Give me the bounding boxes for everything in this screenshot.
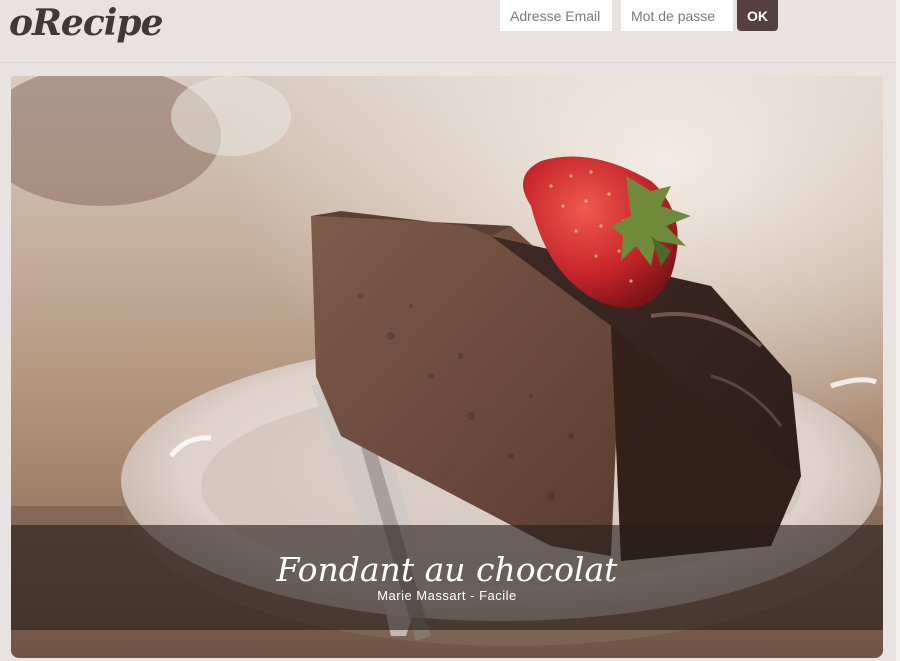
email-input[interactable] — [500, 0, 612, 31]
meta-separator: - — [466, 588, 480, 603]
featured-recipe-card[interactable]: Fondant au chocolat Marie Massart - Faci… — [11, 76, 883, 658]
login-submit-button[interactable]: OK — [737, 0, 778, 31]
page: oRecipe OK — [0, 0, 900, 661]
site-logo[interactable]: oRecipe — [9, 1, 164, 45]
window-edge — [896, 0, 900, 661]
recipe-difficulty: Facile — [479, 588, 517, 603]
recipe-meta: Marie Massart - Facile — [11, 588, 883, 604]
recipe-author: Marie Massart — [377, 588, 467, 603]
recipe-caption: Fondant au chocolat Marie Massart - Faci… — [11, 525, 883, 630]
password-input[interactable] — [621, 0, 733, 31]
header: oRecipe OK — [0, 0, 896, 63]
recipe-title[interactable]: Fondant au chocolat — [11, 550, 883, 590]
